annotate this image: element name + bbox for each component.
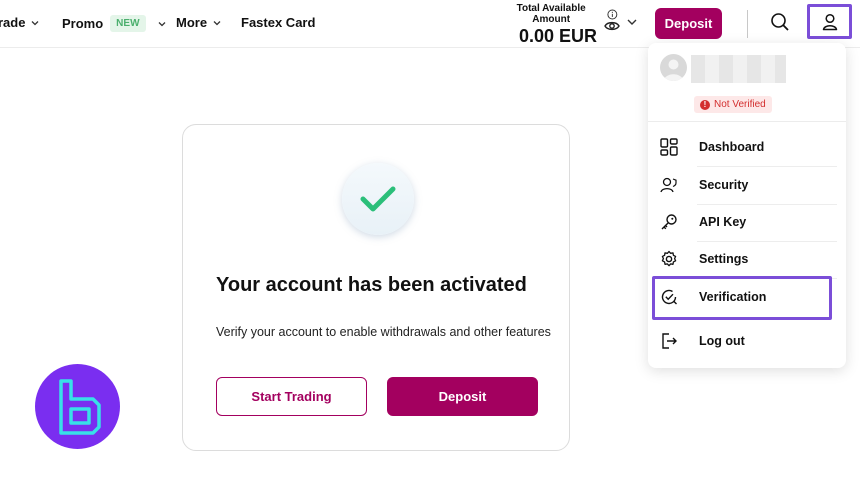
chevron-down-icon: [32, 20, 39, 25]
nav-trade[interactable]: rade: [0, 15, 40, 30]
user-menu-button[interactable]: [807, 4, 852, 39]
verification-status-text: Not Verified: [714, 99, 766, 110]
chevron-down-icon: [213, 20, 221, 25]
divider: [747, 10, 748, 38]
menu-label-settings: Settings: [699, 252, 749, 266]
nav-trade-label: rade: [0, 15, 26, 30]
alert-icon: !: [700, 99, 710, 110]
card-subtitle: Verify your account to enable withdrawal…: [216, 325, 551, 339]
checkmark-icon: [360, 186, 396, 212]
balance-label: Total Available Amount: [516, 3, 586, 25]
nav-fastex-label: Fastex Card: [241, 15, 316, 30]
menu-label-security: Security: [699, 178, 749, 192]
search-icon[interactable]: [770, 12, 790, 32]
nav-more-label: More: [176, 15, 208, 30]
chevron-down-icon[interactable]: [626, 16, 638, 28]
menu-item-logout[interactable]: Log out: [648, 323, 846, 359]
key-icon: [659, 212, 679, 232]
verification-highlight: [652, 276, 832, 320]
eye-icon[interactable]: [604, 19, 620, 33]
menu-label-api-key: API Key: [699, 215, 747, 229]
avatar: [660, 54, 687, 81]
user-icon: [822, 13, 837, 30]
nav-more[interactable]: More: [176, 15, 222, 30]
info-icon[interactable]: [607, 9, 618, 20]
brand-logo: [35, 364, 120, 449]
card-deposit-button[interactable]: Deposit: [387, 377, 538, 416]
start-trading-button[interactable]: Start Trading: [216, 377, 367, 416]
menu-label-dashboard: Dashboard: [699, 140, 765, 154]
gear-icon: [659, 249, 679, 269]
logo-mark-icon: [58, 378, 101, 435]
dashboard-icon: [659, 137, 679, 157]
menu-item-security[interactable]: Security: [648, 167, 846, 203]
avatar-placeholder-icon: [663, 59, 684, 81]
deposit-button[interactable]: Deposit: [655, 8, 722, 39]
chevron-down-icon: [158, 21, 165, 26]
menu-item-settings[interactable]: Settings: [648, 241, 846, 277]
divider: [648, 121, 846, 122]
balance-value: 0.00 EUR: [518, 26, 598, 46]
new-badge: NEW: [110, 15, 146, 32]
nav-promo-label: Promo: [62, 16, 104, 31]
blurred-username: [691, 55, 786, 83]
balance-panel: Total Available Amount 0.00 EUR: [498, 3, 618, 47]
menu-item-dashboard[interactable]: Dashboard: [648, 129, 846, 165]
activation-card: Your account has been activated Verify y…: [182, 124, 570, 451]
nav-promo[interactable]: Promo NEW: [62, 15, 167, 32]
security-icon: [659, 175, 679, 195]
top-navbar: rade Promo NEW More Fastex Card Total Av…: [0, 0, 860, 48]
logout-icon: [659, 331, 679, 351]
menu-label-logout: Log out: [699, 334, 745, 348]
verification-status-badge: ! Not Verified: [694, 96, 772, 113]
nav-fastex-card[interactable]: Fastex Card: [241, 15, 315, 30]
menu-item-api-key[interactable]: API Key: [648, 204, 846, 240]
card-title: Your account has been activated: [216, 274, 527, 296]
success-badge: [342, 163, 414, 235]
